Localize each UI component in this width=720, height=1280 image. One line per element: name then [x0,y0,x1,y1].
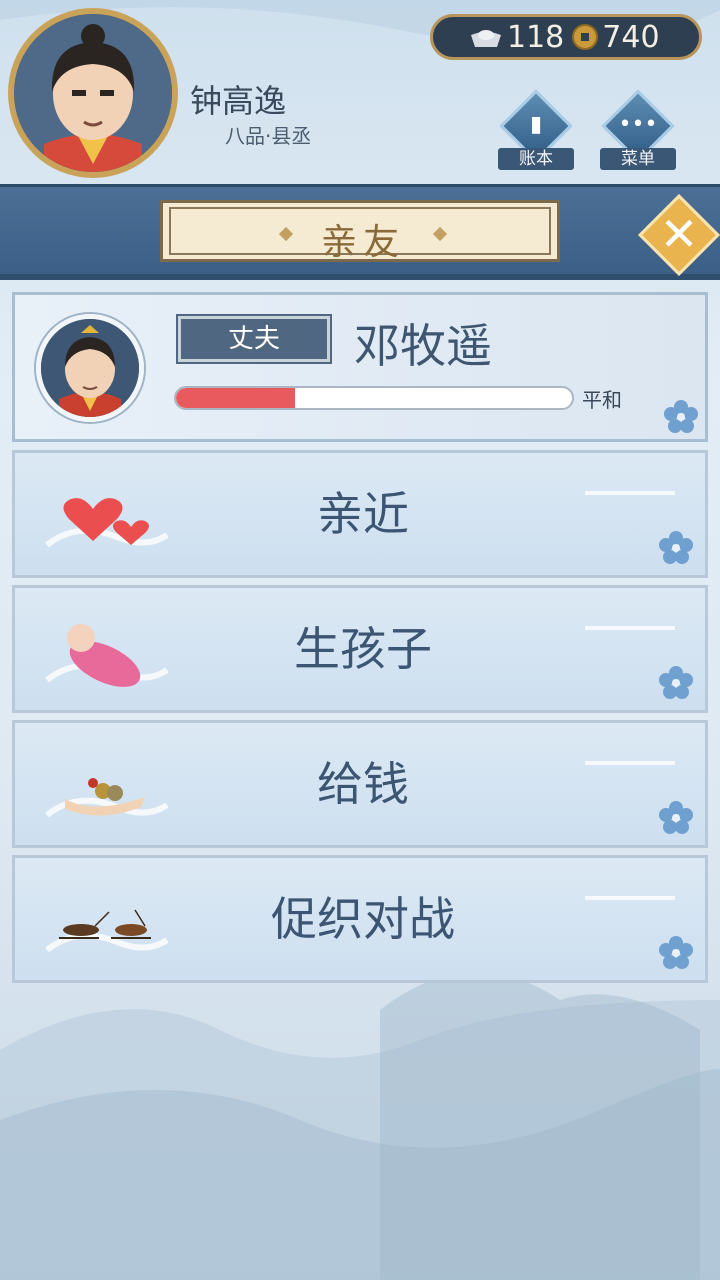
action-label: 亲近 [317,487,409,541]
flower-icon [659,801,693,834]
flower-icon [659,936,693,969]
spouse-name: 邓牧遥 [354,319,492,373]
currency-bar: 118 740 [430,14,702,60]
spouse-role-tag: 丈夫 [176,314,332,364]
mood-bar-fill [176,388,295,408]
copper-coin-icon [572,24,599,50]
page-title: 亲友 [320,222,405,263]
flower-icon [664,400,698,433]
ledger-icon: ▮ [529,112,543,137]
mood-bar [174,386,574,410]
more-dots-icon: ••• [618,112,658,137]
player-avatar[interactable] [8,8,178,178]
close-icon[interactable]: ✕ [650,206,708,264]
silver-count: 118 [507,19,565,55]
menu-button[interactable]: ••• 菜单 [600,89,676,170]
flower-icon [659,666,693,699]
action-cricket-battle[interactable]: 促织对战 [12,855,708,983]
copper-count: 740 [602,19,660,55]
player-portrait-icon [14,14,172,172]
header: 钟高逸 八品·县丞 118 740 ▮ 账本 ••• 菜单 [0,0,720,190]
action-give-money[interactable]: 给钱 [12,720,708,848]
action-intimacy[interactable]: 亲近 [12,450,708,578]
player-rank: 八品·县丞 [225,124,312,148]
silver-ingot-icon [471,30,501,47]
title-plate: 亲友 [160,200,560,263]
flower-icon [659,531,693,564]
spouse-portrait-icon [41,319,139,417]
ledger-button[interactable]: ▮ 账本 [498,89,574,170]
action-label: 促织对战 [271,892,455,946]
action-label: 给钱 [317,757,409,811]
action-have-child[interactable]: 生孩子 [12,585,708,713]
spouse-avatar[interactable] [36,314,144,422]
player-name: 钟高逸 [190,82,287,120]
action-label: 生孩子 [294,622,432,676]
mood-label: 平和 [582,388,622,412]
